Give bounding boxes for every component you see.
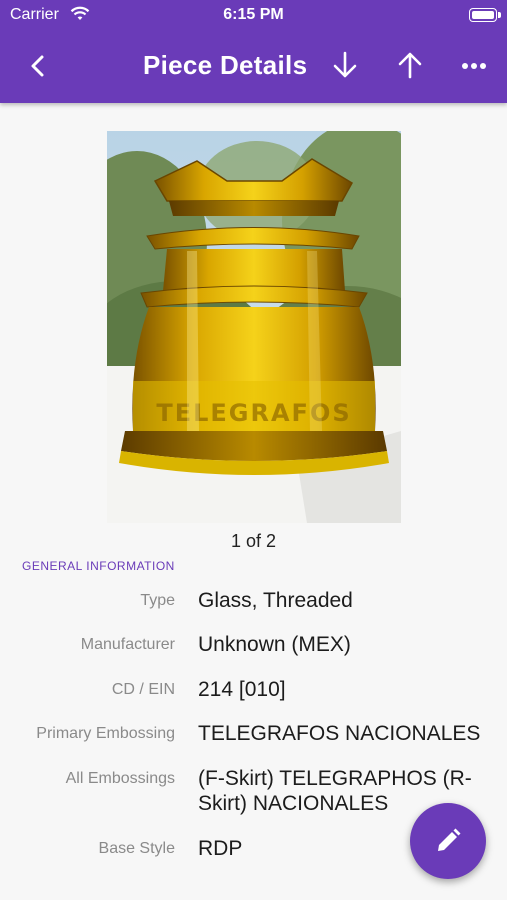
detail-value: 214 [010] [198, 678, 286, 701]
arrow-up-icon[interactable] [395, 50, 425, 80]
detail-label: Base Style [98, 840, 175, 857]
detail-label: All Embossings [65, 770, 175, 787]
nav-bar: Piece Details [0, 40, 507, 92]
glass-embossing: TELEGRAFOS [156, 399, 351, 427]
detail-label: CD / EIN [111, 681, 175, 698]
image-counter: 1 of 2 [230, 531, 277, 551]
arrow-down-icon[interactable] [330, 50, 360, 80]
status-time: 6:15 PM [223, 6, 284, 23]
detail-value: Glass, Threaded [198, 589, 353, 612]
piece-photo[interactable]: TELEGRAFOS [107, 131, 401, 523]
more-icon[interactable] [460, 52, 488, 80]
app-header: Carrier 6:15 PM Piece Details [0, 0, 507, 103]
status-bar: Carrier 6:15 PM [0, 0, 507, 32]
back-chevron-icon[interactable] [24, 52, 52, 80]
section-title-general: GENERAL INFORMATION [22, 559, 175, 573]
edit-fab-button[interactable] [410, 803, 486, 879]
pencil-icon [438, 828, 461, 851]
page-title: Piece Details [143, 50, 308, 80]
detail-value: Unknown (MEX) [198, 633, 351, 656]
battery-icon [469, 8, 501, 22]
detail-value: TELEGRAFOS NACIONALES [198, 722, 481, 745]
detail-label: Type [140, 592, 175, 609]
insulator-image: TELEGRAFOS [107, 131, 401, 523]
detail-label: Manufacturer [80, 636, 175, 653]
detail-label: Primary Embossing [36, 725, 175, 742]
